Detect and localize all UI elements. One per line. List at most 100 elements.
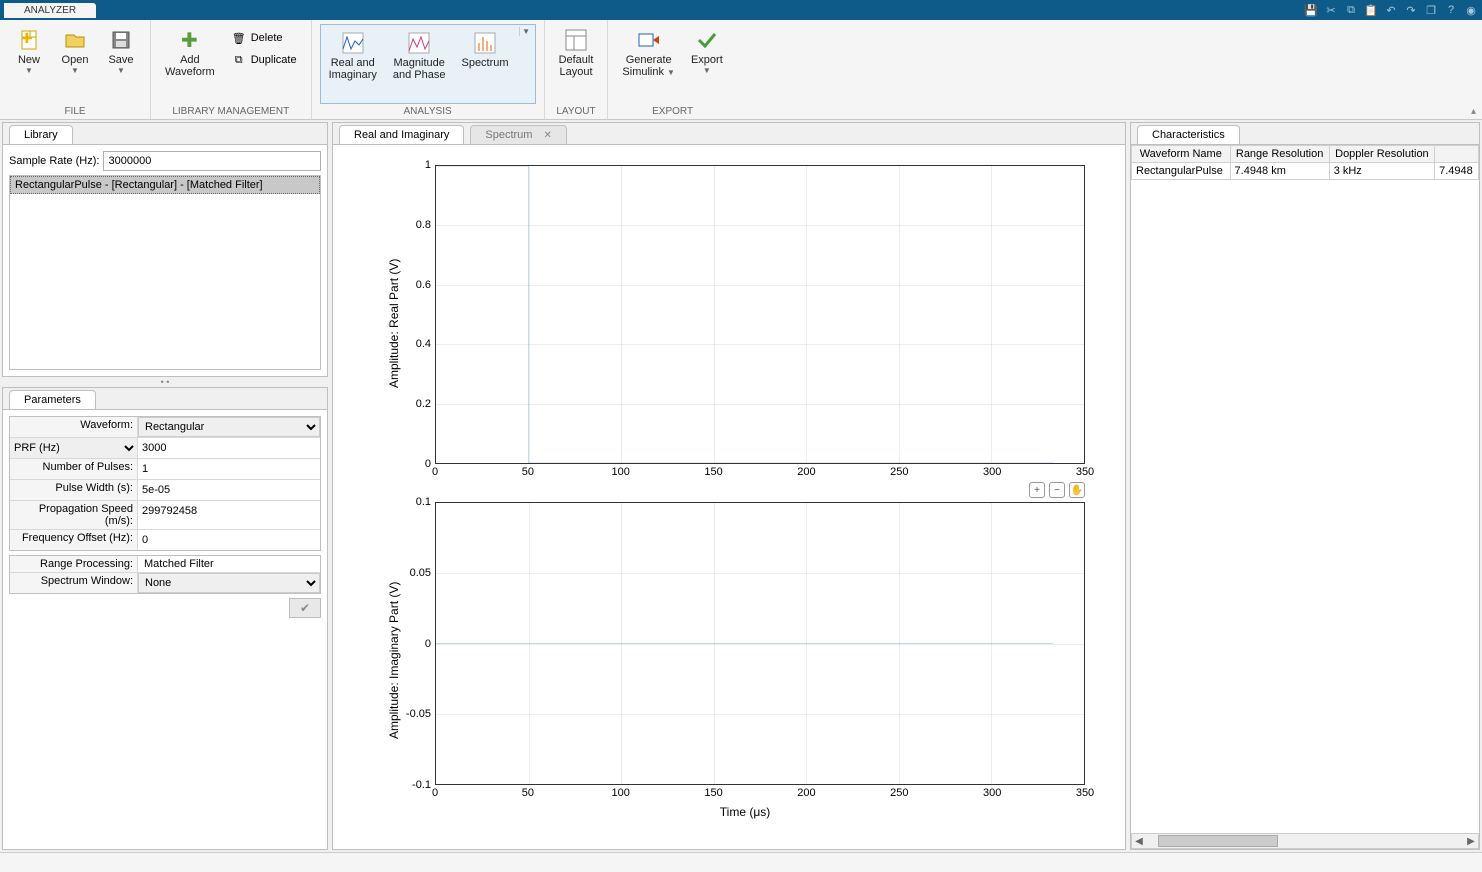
xtick: 250 [890,466,908,478]
mp-label-1: Magnitude [393,57,444,69]
xtick: 50 [522,466,534,478]
open-icon [63,28,87,52]
tab-real-imaginary[interactable]: Real and Imaginary [339,125,464,144]
horizontal-scrollbar[interactable]: ◀ ▶ [1131,833,1479,849]
axes[interactable] [435,165,1085,464]
gs-label-1: Generate [626,54,672,66]
layout-group-label: LAYOUT [556,106,595,117]
dl-label-2: Layout [559,66,592,78]
app-tab[interactable]: ANALYZER [4,3,96,18]
magphase-icon [407,31,431,55]
ytick: 0.6 [416,279,431,291]
export-button[interactable]: Export ▼ [685,24,729,79]
plot-real: Amplitude: Real Part (V)00.20.40.60.81 0… [383,165,1085,482]
ribbon-group-export: Generate Simulink ▼ Export ▼ EXPORT [608,20,736,119]
list-item[interactable]: RectangularPulse - [Rectangular] - [Matc… [10,176,320,194]
cell-doppler: 3 kHz [1329,163,1434,180]
col-waveform-name[interactable]: Waveform Name [1132,146,1231,163]
tab-spectrum[interactable]: Spectrum ✕ [470,125,567,144]
spectrum-button[interactable]: Spectrum [455,27,514,73]
apply-button[interactable]: ✔ [289,598,321,618]
xtick: 350 [1076,787,1094,799]
save-button[interactable]: Save ▼ [100,24,142,79]
waveform-list[interactable]: RectangularPulse - [Rectangular] - [Matc… [9,175,321,370]
real-imaginary-button[interactable]: Real and Imaginary [323,27,383,85]
char-tabrow: Characteristics [1131,123,1479,145]
dock-icon[interactable]: ❐ [1424,3,1438,17]
chevron-down-icon: ▼ [703,66,711,75]
scroll-right-icon[interactable]: ▶ [1464,836,1478,847]
ytick: 0.8 [416,219,431,231]
pulse-width-input[interactable] [138,480,320,500]
pan-icon[interactable]: ✋ [1069,482,1085,498]
save-quick-icon[interactable]: 💾 [1304,3,1318,17]
help-icon[interactable]: ? [1444,3,1458,17]
duplicate-icon: ⧉ [231,52,247,68]
cut-icon[interactable]: ✂ [1324,3,1338,17]
delete-button[interactable]: 🗑 Delete [225,28,303,48]
freq-offset-input[interactable] [138,530,320,550]
col-doppler-res[interactable]: Doppler Resolution [1329,146,1434,163]
tab-library[interactable]: Library [9,125,73,144]
chevron-down-icon: ▼ [522,27,530,36]
realimag-icon [341,31,365,55]
prop-speed-input[interactable] [138,501,320,521]
copy-icon[interactable]: ⧉ [1344,3,1358,17]
splitter-horizontal[interactable]: • • [0,379,330,385]
xtick: 150 [704,787,722,799]
parameters-tabrow: Parameters [3,388,327,410]
sample-rate-label: Sample Rate (Hz): [9,155,99,167]
scroll-thumb[interactable] [1158,835,1278,847]
add-waveform-button[interactable]: ✚ Add Waveform [159,24,221,82]
collapse-ribbon-icon[interactable]: ▴ [1471,106,1476,117]
duplicate-button[interactable]: ⧉ Duplicate [225,50,303,70]
cell-extra: 7.4948 [1435,163,1479,180]
zoom-in-icon[interactable]: + [1029,482,1045,498]
redo-icon[interactable]: ↷ [1404,3,1418,17]
delete-label: Delete [251,32,283,44]
col-range-res[interactable]: Range Resolution [1230,146,1329,163]
params-table-2: Range Processing: Matched Filter Spectru… [9,555,321,594]
range-proc-label: Range Processing: [10,556,138,572]
prf-label-select[interactable]: PRF (Hz) [10,438,137,458]
chevron-down-icon: ▼ [117,66,125,75]
xtick: 100 [612,466,630,478]
table-row[interactable]: RectangularPulse 7.4948 km 3 kHz 7.4948 [1132,163,1479,180]
magnitude-phase-button[interactable]: Magnitude and Phase [387,27,452,85]
plot-tabrow: Real and Imaginary Spectrum ✕ [333,123,1125,145]
library-tabrow: Library [3,123,327,145]
ribbon-group-library: ✚ Add Waveform 🗑 Delete ⧉ Duplicate LIBR… [151,20,312,119]
default-layout-button[interactable]: Default Layout [553,24,600,82]
close-icon[interactable]: ✕ [544,130,552,141]
axes[interactable] [435,502,1085,785]
num-pulses-input[interactable] [138,459,320,479]
xtick: 150 [704,466,722,478]
prf-input[interactable] [138,438,320,458]
freq-offset-label: Frequency Offset (Hz): [10,530,138,550]
export-label: Export [691,54,723,66]
new-button[interactable]: ✚ New ▼ [8,24,50,79]
minimize-ribbon-icon[interactable]: ◉ [1464,3,1478,17]
xtick: 200 [797,466,815,478]
plot-imaginary: Amplitude: Imaginary Part (V) + − ✋ -0.1… [383,502,1085,819]
waveform-select[interactable]: Rectangular [138,417,320,437]
ri-label-1: Real and [331,57,375,69]
col-extra[interactable] [1435,146,1479,163]
tab-parameters[interactable]: Parameters [9,390,96,409]
open-button[interactable]: Open ▼ [54,24,96,79]
spec-win-select[interactable]: None [138,573,320,593]
paste-icon[interactable]: 📋 [1364,3,1378,17]
zoom-out-icon[interactable]: − [1049,482,1065,498]
mp-label-2: and Phase [393,69,446,81]
undo-icon[interactable]: ↶ [1384,3,1398,17]
scroll-left-icon[interactable]: ◀ [1132,836,1146,847]
analysis-dropdown[interactable]: ▼ [519,27,533,36]
tab-characteristics[interactable]: Characteristics [1137,125,1240,144]
sample-rate-input[interactable] [103,151,321,171]
xtick: 200 [797,787,815,799]
xlabel: Time (μs) [405,805,1085,819]
statusbar [0,852,1482,872]
ytick: 1 [425,159,431,171]
ribbon-group-file: ✚ New ▼ Open ▼ Save ▼ FILE [0,20,151,119]
generate-simulink-button[interactable]: Generate Simulink ▼ [616,24,681,82]
